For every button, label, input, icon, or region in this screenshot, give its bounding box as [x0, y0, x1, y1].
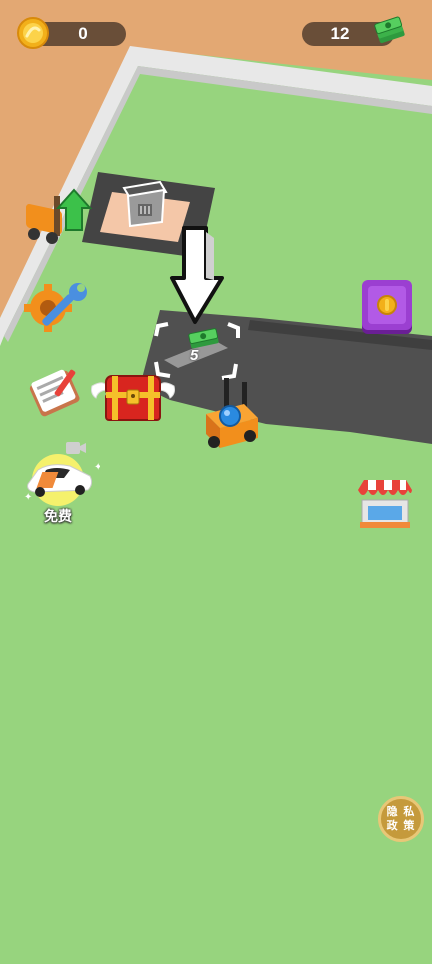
cash-stack-icon: [374, 16, 405, 44]
privacy-policy-label: 隐 私 政 策: [386, 805, 416, 832]
coin-count: 0: [78, 24, 88, 43]
forklift-upgrade-button[interactable]: [20, 186, 94, 244]
coin-shop-button[interactable]: [360, 278, 414, 336]
free-label: 免费: [44, 509, 72, 525]
forklift-player[interactable]: [200, 376, 264, 456]
task-list-button[interactable]: [26, 366, 88, 418]
trash-bin-icon[interactable]: [120, 178, 170, 230]
svg-text:✦: ✦: [24, 492, 32, 503]
free-car-reward[interactable]: ✦ ✦: [20, 440, 100, 506]
svg-text:✦: ✦: [94, 462, 100, 473]
store-button[interactable]: [356, 478, 414, 532]
gold-coin-icon: [17, 17, 49, 49]
privacy-policy-button[interactable]: 隐 私 政 策: [378, 796, 424, 842]
settings-tools-button[interactable]: [24, 278, 92, 334]
video-ad-icon: [66, 442, 86, 454]
cash-count: 12: [330, 24, 350, 43]
pad-cost: 5: [190, 347, 199, 364]
guide-arrow-icon: [170, 226, 224, 324]
